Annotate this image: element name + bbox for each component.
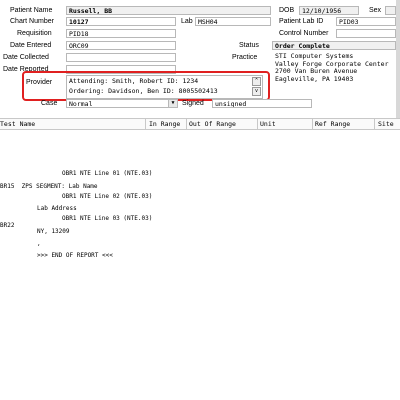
- chevron-down-icon[interactable]: ▼: [168, 100, 177, 107]
- date-entered-field[interactable]: ORC09: [66, 41, 176, 50]
- patient-lab-id-field[interactable]: PID03: [336, 17, 396, 26]
- case-value: Normal: [69, 100, 93, 108]
- signed-label: Signed: [182, 100, 204, 107]
- nte-line: OBR1 NTE Line 01 (NTE.03): [62, 170, 153, 177]
- column-header[interactable]: In Range: [149, 119, 180, 129]
- case-label: Case: [41, 100, 58, 107]
- column-divider[interactable]: [374, 119, 375, 129]
- scroll-down-icon[interactable]: v: [252, 87, 261, 96]
- column-divider[interactable]: [312, 119, 313, 129]
- chart-number-field[interactable]: 10127: [66, 17, 176, 26]
- dob-label: DOB: [279, 7, 295, 14]
- column-header[interactable]: Out Of Range: [189, 119, 236, 129]
- lab-field[interactable]: MSH04: [195, 17, 271, 26]
- status-label: Status: [239, 42, 259, 49]
- end-of-report: >>> END OF REPORT <<<: [37, 252, 113, 259]
- lab-address-line: Lab Address: [37, 205, 77, 212]
- attending-provider[interactable]: Attending: Smith, Robert ID: 1234: [69, 76, 262, 86]
- practice-label: Practice: [232, 54, 258, 61]
- control-number-label: Control Number: [279, 30, 329, 37]
- practice-address: STI Computer Systems Valley Forge Corpor…: [275, 52, 389, 83]
- lab-address-line: NY, 13209: [37, 227, 70, 235]
- column-header[interactable]: Test Name: [0, 119, 35, 129]
- date-collected-field[interactable]: [66, 53, 176, 62]
- lab-label: Lab: [181, 18, 193, 25]
- ordering-provider[interactable]: Ordering: Davidson, Ben ID: 8005502413: [69, 86, 262, 96]
- results-table-header: Test Name In Range Out Of Range Unit Ref…: [0, 118, 400, 130]
- column-divider[interactable]: [186, 119, 187, 129]
- case-select[interactable]: Normal ▼: [66, 99, 178, 108]
- report-tick: ,: [37, 240, 41, 247]
- patient-name-field[interactable]: Russell, BB: [66, 6, 271, 15]
- status-field[interactable]: Order Complete: [272, 41, 396, 50]
- date-collected-label: Date Collected: [3, 54, 49, 61]
- column-divider[interactable]: [145, 119, 146, 129]
- chart-number-label: Chart Number: [10, 18, 54, 25]
- window-edge: [396, 0, 400, 118]
- sex-field[interactable]: [385, 6, 396, 15]
- column-header[interactable]: Site: [378, 119, 394, 129]
- provider-list[interactable]: Attending: Smith, Robert ID: 1234 Orderi…: [66, 75, 263, 99]
- date-entered-label: Date Entered: [10, 42, 52, 49]
- signed-field[interactable]: unsigned: [212, 99, 312, 108]
- column-divider[interactable]: [257, 119, 258, 129]
- provider-label: Provider: [26, 79, 53, 86]
- patient-lab-id-label: Patient Lab ID: [279, 18, 324, 25]
- requisition-field[interactable]: PID18: [66, 29, 176, 38]
- lab-address-block: Lab Address NY, 13209: [37, 190, 77, 243]
- dob-field[interactable]: 12/10/1956: [299, 6, 359, 15]
- practice-line: Eagleville, PA 19403: [275, 74, 354, 83]
- column-header[interactable]: Unit: [260, 119, 276, 129]
- scroll-up-icon[interactable]: ^: [252, 77, 261, 86]
- sex-label: Sex: [369, 7, 382, 14]
- control-number-field[interactable]: [336, 29, 396, 38]
- provider-highlight: Provider Attending: Smith, Robert ID: 12…: [22, 71, 270, 101]
- requisition-label: Requisition: [17, 30, 52, 37]
- br22-line: BR22: [0, 222, 15, 229]
- patient-name-label: Patient Name: [10, 7, 53, 14]
- column-header[interactable]: Ref Range: [315, 119, 350, 129]
